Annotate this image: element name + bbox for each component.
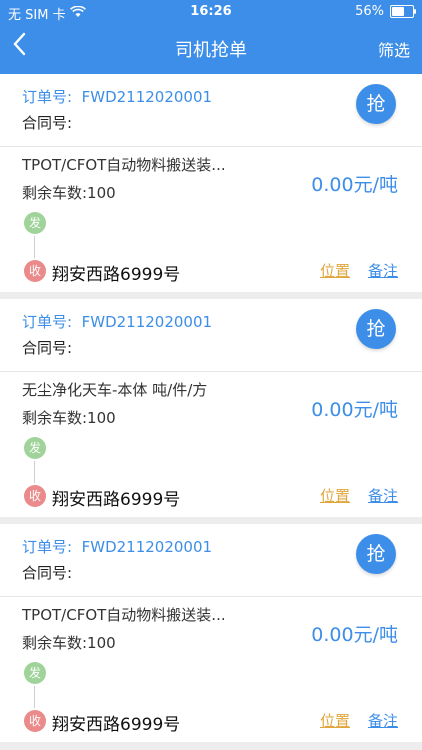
remaining-trucks: 剩余车数:100	[22, 409, 116, 427]
note-link[interactable]: 备注	[368, 710, 398, 731]
to-tag: 收	[24, 485, 46, 507]
goods-name: 无尘净化天车-本体 吨/件/方	[22, 381, 208, 399]
unit-price: 0.00元/吨	[311, 624, 398, 646]
goods-name: TPOT/CFOT自动物料搬送装...	[22, 606, 226, 624]
goods-name: TPOT/CFOT自动物料搬送装...	[22, 156, 226, 174]
page-title: 司机抢单	[175, 40, 247, 61]
order-number: 订单号: FWD2112020001	[22, 88, 213, 106]
note-link[interactable]: 备注	[368, 485, 398, 506]
battery-text: 56%	[355, 4, 384, 19]
unit-price: 0.00元/吨	[311, 174, 398, 196]
remaining-trucks: 剩余车数:100	[22, 634, 116, 652]
to-tag: 收	[24, 260, 46, 282]
grab-order-button[interactable]: 抢	[356, 309, 396, 349]
contract-number: 合同号:	[22, 114, 73, 132]
contract-number: 合同号:	[22, 339, 73, 357]
app-header: 无 SIM 卡 16:26 56% 司机抢单 筛选	[0, 0, 422, 74]
destination-address: 翔安西路6999号	[52, 490, 181, 510]
route-line	[34, 461, 35, 483]
order-list: 订单号: FWD2112020001 合同号: 抢 TPOT/CFOT自动物料搬…	[0, 74, 422, 749]
battery-icon	[390, 5, 416, 18]
divider	[0, 596, 422, 597]
unit-price: 0.00元/吨	[311, 399, 398, 421]
route-line	[34, 686, 35, 708]
filter-button[interactable]: 筛选	[378, 37, 410, 61]
destination-address: 翔安西路6999号	[52, 715, 181, 735]
order-number: 订单号: FWD2112020001	[22, 538, 213, 556]
grab-order-button[interactable]: 抢	[356, 534, 396, 574]
divider	[0, 146, 422, 147]
from-tag: 发	[24, 212, 46, 234]
remaining-trucks: 剩余车数:100	[22, 184, 116, 202]
order-card: 订单号: FWD2112020001 合同号: 抢 无尘净化天车-本体 吨/件/…	[0, 299, 422, 517]
order-card: 订单号: FWD2112020001 合同号: 抢 TPOT/CFOT自动物料搬…	[0, 74, 422, 292]
to-tag: 收	[24, 710, 46, 732]
from-tag: 发	[24, 437, 46, 459]
location-link[interactable]: 位置	[320, 485, 350, 506]
destination-address: 翔安西路6999号	[52, 265, 181, 285]
note-link[interactable]: 备注	[368, 260, 398, 281]
status-bar: 无 SIM 卡 16:26 56%	[0, 0, 422, 24]
order-card: 订单号: FWD2112020001 合同号: 抢 TPOT/CFOT自动物料搬…	[0, 524, 422, 742]
order-number: 订单号: FWD2112020001	[22, 313, 213, 331]
divider	[0, 371, 422, 372]
nav-bar: 司机抢单 筛选	[0, 28, 422, 68]
location-link[interactable]: 位置	[320, 260, 350, 281]
grab-order-button[interactable]: 抢	[356, 84, 396, 124]
from-tag: 发	[24, 662, 46, 684]
route-line	[34, 236, 35, 258]
location-link[interactable]: 位置	[320, 710, 350, 731]
contract-number: 合同号:	[22, 564, 73, 582]
